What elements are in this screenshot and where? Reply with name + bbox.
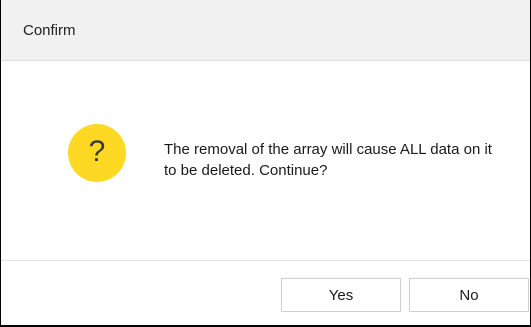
no-button[interactable]: No bbox=[409, 278, 529, 312]
dialog-footer: Yes No bbox=[1, 260, 530, 325]
dialog-message: The removal of the array will cause ALL … bbox=[164, 141, 492, 179]
dialog-titlebar: Confirm bbox=[1, 0, 530, 61]
question-icon-glyph: ? bbox=[88, 135, 106, 168]
confirm-dialog: Confirm ? The removal of the array will … bbox=[0, 0, 531, 327]
question-icon: ? bbox=[68, 124, 126, 182]
yes-button[interactable]: Yes bbox=[281, 278, 401, 312]
dialog-title: Confirm bbox=[23, 22, 76, 39]
dialog-body: ? The removal of the array will cause AL… bbox=[1, 61, 530, 260]
